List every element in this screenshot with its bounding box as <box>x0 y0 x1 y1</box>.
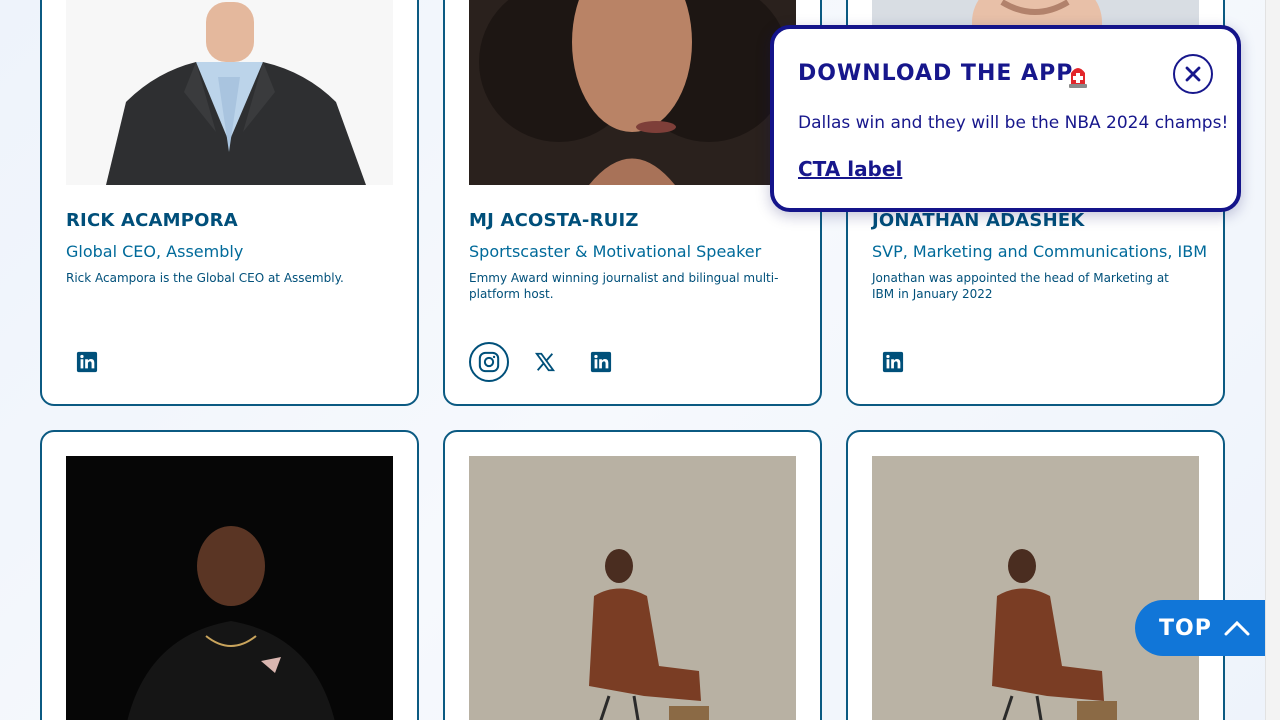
top-label: TOP <box>1159 615 1212 641</box>
linkedin-link[interactable] <box>67 342 107 382</box>
linkedin-link[interactable] <box>873 342 913 382</box>
x-link[interactable] <box>525 342 565 382</box>
speaker-role: Sportscaster & Motivational Speaker <box>469 242 762 261</box>
popup-message: Dallas win and they will be the NBA 2024… <box>798 113 1229 133</box>
popup-cta-link[interactable]: CTA label <box>798 157 902 181</box>
speaker-bio: Emmy Award winning journalist and biling… <box>469 271 779 301</box>
speaker-card <box>40 430 419 720</box>
speaker-card <box>443 430 822 720</box>
speaker-role: Global CEO, Assembly <box>66 242 244 261</box>
speaker-photo <box>469 0 796 185</box>
siren-icon <box>1069 68 1087 88</box>
instagram-link[interactable] <box>469 342 509 382</box>
linkedin-icon <box>882 351 904 373</box>
speaker-role: SVP, Marketing and Communications, IBM <box>872 242 1208 261</box>
back-to-top-button[interactable]: TOP <box>1135 600 1265 656</box>
vertical-scrollbar[interactable] <box>1265 0 1280 720</box>
download-app-popup: DOWNLOAD THE APP Dallas win and they wil… <box>770 25 1241 212</box>
speaker-photo <box>872 456 1199 720</box>
speaker-photo <box>66 456 393 720</box>
speaker-photo <box>469 456 796 720</box>
speaker-card-mj-acosta-ruiz: MJ ACOSTA-RUIZ Sportscaster & Motivation… <box>443 0 822 406</box>
speaker-photo <box>66 0 393 185</box>
popup-title: DOWNLOAD THE APP <box>798 61 1074 86</box>
linkedin-icon <box>76 351 98 373</box>
chevron-up-icon <box>1224 620 1250 636</box>
speaker-bio: Rick Acampora is the Global CEO at Assem… <box>66 271 344 285</box>
speaker-card <box>846 430 1225 720</box>
instagram-icon <box>478 351 500 373</box>
close-button[interactable] <box>1173 54 1213 94</box>
speaker-bio: Jonathan was appointed the head of Marke… <box>872 271 1169 301</box>
speaker-name: RICK ACAMPORA <box>66 210 238 231</box>
close-icon <box>1185 66 1201 82</box>
linkedin-link[interactable] <box>581 342 621 382</box>
speaker-name: JONATHAN ADASHEK <box>872 210 1085 231</box>
speaker-name: MJ ACOSTA-RUIZ <box>469 210 639 231</box>
x-icon <box>534 352 556 372</box>
speaker-card-rick-acampora: RICK ACAMPORA Global CEO, Assembly Rick … <box>40 0 419 406</box>
linkedin-icon <box>590 351 612 373</box>
